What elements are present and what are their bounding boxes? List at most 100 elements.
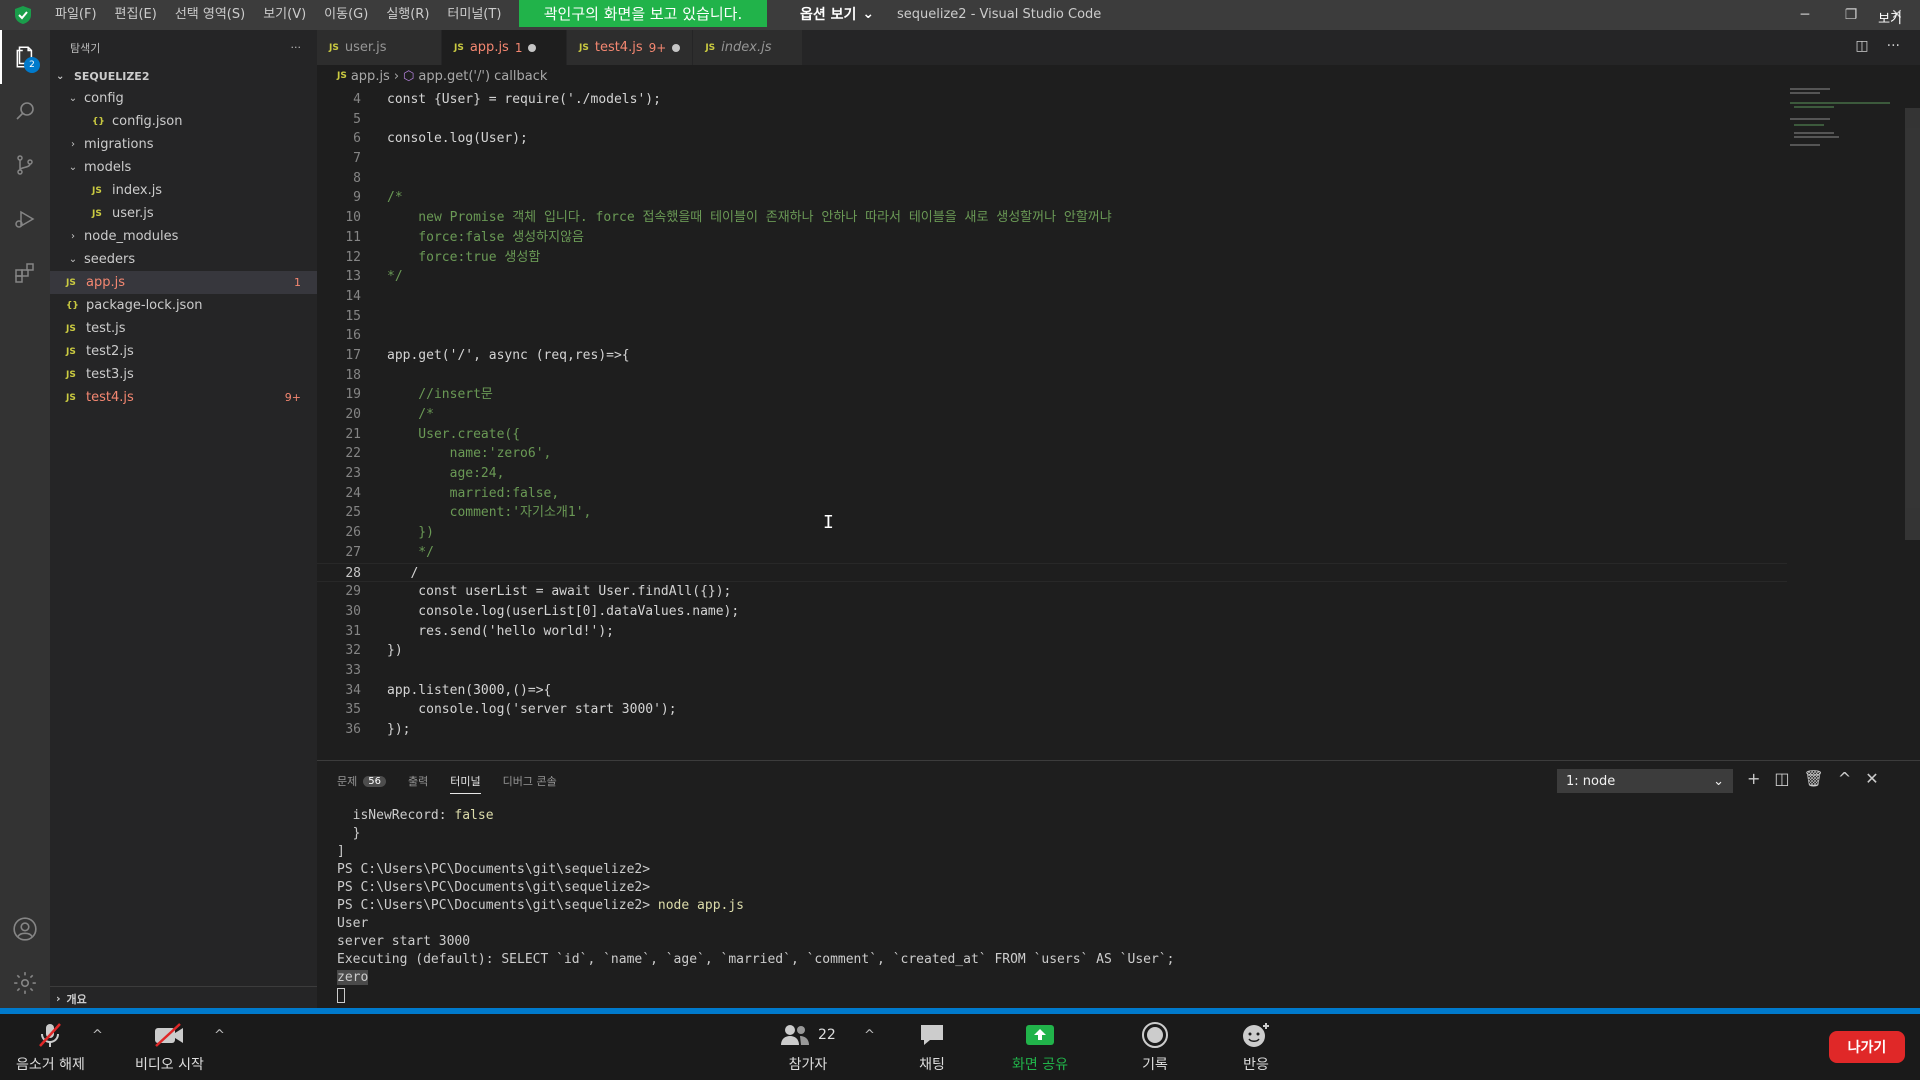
code-line: 19 //insert문 [317, 385, 1787, 405]
line-number: 10 [345, 210, 361, 226]
js-file-icon: JS [92, 185, 102, 196]
js-file-icon: JS [66, 277, 76, 288]
record-button[interactable]: 기록 [1141, 1022, 1169, 1074]
tab-debug-console[interactable]: 디버그 콘솔 [503, 768, 557, 794]
maximize-panel-icon[interactable]: ^ [1838, 769, 1851, 788]
tree-file-config-json[interactable]: {} config.json [50, 110, 317, 133]
chat-icon [918, 1022, 946, 1048]
start-video-button[interactable]: 비디오 시작 [135, 1022, 204, 1074]
breadcrumb-symbol[interactable]: app.get('/') callback [418, 69, 547, 84]
terminal-caret [337, 988, 345, 1003]
more-actions-icon[interactable]: ··· [1887, 38, 1900, 54]
tree-folder-node-modules[interactable]: › node_modules [50, 225, 317, 248]
line-number: 24 [345, 485, 361, 501]
tab-terminal[interactable]: 터미널 [450, 768, 481, 794]
code-line: 4 const {User} = require('./models'); [317, 90, 1787, 110]
menu-terminal[interactable]: 터미널(T) [438, 0, 510, 30]
menu-view[interactable]: 보기(V) [254, 0, 315, 30]
terminal-line: PS C:\Users\PC\Documents\git\sequelize2> [337, 880, 651, 895]
code-comment: married:false, [387, 485, 560, 501]
tree-file-test4-js[interactable]: JS test4.js 9+ [50, 386, 317, 409]
tab-app-js[interactable]: JS app.js 1 [442, 30, 567, 65]
tree-folder-models[interactable]: ⌄ models [50, 156, 317, 179]
code-text: const userList = await User.findAll({}); [387, 584, 732, 600]
menu-selection[interactable]: 선택 영역(S) [166, 0, 254, 30]
view-options-button[interactable]: 옵션 보기 ⌄ [790, 0, 885, 27]
tree-file-package-lock-json[interactable]: {} package-lock.json [50, 294, 317, 317]
explorer-icon[interactable]: 2 [0, 30, 50, 84]
unmute-button[interactable]: 음소거 해제 [16, 1022, 85, 1074]
tab-problems[interactable]: 문제 56 [337, 768, 386, 794]
panel-actions: + ◫ 🗑 ^ ✕ [1747, 769, 1879, 788]
line-number: 15 [345, 308, 361, 324]
more-actions-icon[interactable]: ··· [291, 41, 302, 54]
run-debug-icon[interactable] [0, 192, 50, 246]
tab-output[interactable]: 출력 [408, 768, 428, 794]
tree-folder-seeders[interactable]: ⌄ seeders [50, 248, 317, 271]
code-comment: age:24, [387, 466, 505, 482]
chat-button[interactable]: 채팅 [918, 1022, 946, 1074]
unsaved-dot-icon[interactable] [528, 43, 537, 52]
tree-file-test-js[interactable]: JS test.js [50, 317, 317, 340]
account-icon[interactable] [0, 902, 50, 956]
bottom-panel: 문제 56 출력 터미널 디버그 콘솔 1: node ⌄ + ◫ 🗑 ^ ✕ … [317, 760, 1920, 1010]
tab-label: 출력 [407, 775, 429, 788]
code-editor[interactable]: 4 const {User} = require('./models'); 5 6… [317, 90, 1787, 746]
tree-file-test3-js[interactable]: JS test3.js [50, 363, 317, 386]
search-icon[interactable] [0, 84, 50, 138]
split-editor-icon[interactable]: ◫ [1855, 38, 1868, 54]
scrollbar-thumb[interactable] [1905, 108, 1920, 540]
code-line-current: 28 / [317, 562, 1787, 583]
line-number: 8 [353, 170, 361, 186]
menu-run[interactable]: 실행(R) [377, 0, 438, 30]
terminal-false-value: false [454, 808, 494, 823]
tab-user-js[interactable]: JS user.js [317, 30, 442, 65]
tree-file-test2-js[interactable]: JS test2.js [50, 340, 317, 363]
tree-file-user-js[interactable]: JS user.js [50, 202, 317, 225]
terminal-output[interactable]: isNewRecord: false } ] PS C:\Users\PC\Do… [337, 807, 1174, 1005]
minimize-icon[interactable]: ─ [1782, 7, 1828, 23]
code-comment: */ [387, 544, 434, 560]
menu-file[interactable]: 파일(F) [46, 0, 106, 30]
minimap[interactable] [1790, 88, 1905, 168]
share-screen-label: 화면 공유 [1012, 1057, 1068, 1073]
tree-folder-config[interactable]: ⌄ config [50, 87, 317, 110]
tab-index-js[interactable]: JS index.js [693, 30, 804, 65]
add-terminal-icon[interactable]: + [1747, 769, 1760, 788]
settings-gear-icon[interactable] [0, 956, 50, 1010]
maximize-icon[interactable]: ❐ [1828, 7, 1874, 23]
terminal-line: PS C:\Users\PC\Documents\git\sequelize2>… [337, 898, 744, 913]
unsaved-dot-icon[interactable] [672, 43, 681, 52]
editor-scrollbar[interactable] [1905, 88, 1920, 748]
terminal-select[interactable]: 1: node ⌄ [1557, 769, 1733, 793]
reactions-button[interactable]: 반응 [1241, 1022, 1271, 1074]
outline-section[interactable]: › 개요 [50, 986, 317, 1010]
leave-meeting-button[interactable]: 나가기 [1829, 1031, 1905, 1063]
trash-icon[interactable]: 🗑 [1804, 769, 1824, 788]
extensions-icon[interactable] [0, 246, 50, 300]
tree-file-index-js[interactable]: JS index.js [50, 179, 317, 202]
breadcrumb: JS app.js › ⬡ app.get('/') callback [317, 65, 1920, 87]
zoom-view-button[interactable]: 보기 [1878, 8, 1902, 27]
close-panel-icon[interactable]: ✕ [1865, 769, 1878, 788]
breadcrumb-file[interactable]: app.js [351, 69, 390, 84]
line-number: 34 [345, 682, 361, 698]
split-terminal-icon[interactable]: ◫ [1774, 769, 1789, 788]
terminal-line: Executing (default): SELECT `id`, `name`… [337, 952, 1175, 967]
menu-go[interactable]: 이동(G) [315, 0, 377, 30]
chevron-up-icon[interactable]: ^ [864, 1028, 875, 1043]
title-bar: 파일(F) 편집(E) 선택 영역(S) 보기(V) 이동(G) 실행(R) 터… [0, 0, 1920, 30]
menu-edit[interactable]: 편집(E) [106, 0, 166, 30]
workspace-section[interactable]: ⌄ SEQUELIZE2 [50, 65, 317, 87]
tree-file-app-js[interactable]: JS app.js 1 [50, 271, 317, 294]
tab-test4-js[interactable]: JS test4.js 9+ [567, 30, 694, 65]
tree-folder-migrations[interactable]: › migrations [50, 133, 317, 156]
chevron-up-icon[interactable]: ^ [92, 1028, 103, 1043]
participants-button[interactable]: 22 참가자 [780, 1022, 836, 1074]
source-control-icon[interactable] [0, 138, 50, 192]
chevron-up-icon[interactable]: ^ [214, 1028, 225, 1043]
activity-bar: 2 [0, 30, 50, 1010]
share-screen-button[interactable]: 화면 공유 [1012, 1022, 1068, 1074]
workspace-name: SEQUELIZE2 [74, 69, 150, 83]
tab-label: user.js [344, 40, 387, 55]
